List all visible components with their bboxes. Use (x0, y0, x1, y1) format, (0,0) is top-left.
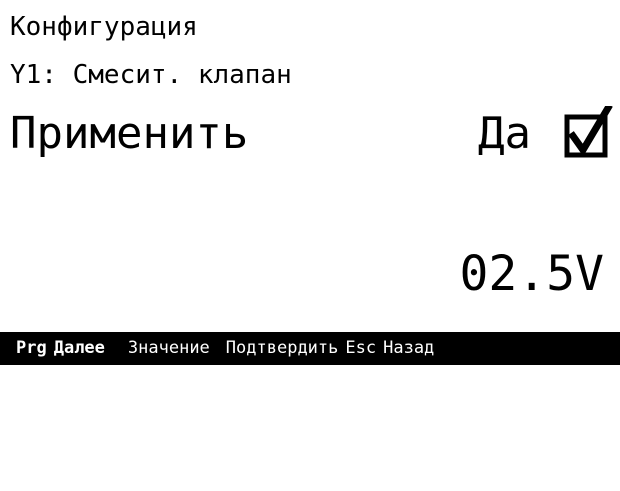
apply-value[interactable]: Да (478, 110, 531, 158)
checkmark-icon (564, 103, 613, 158)
back-label: Назад (383, 338, 435, 358)
esc-key-label: Esc (345, 338, 377, 358)
confirm-label: Подтвердить (225, 338, 339, 358)
apply-checkbox[interactable] (564, 103, 620, 162)
enter-return-icon (210, 339, 226, 424)
voltage-value[interactable]: 02.5V (460, 248, 605, 300)
up-down-arrows-icon (112, 339, 128, 424)
prg-key-label: Prg (16, 338, 47, 358)
footer-bar: Prg Далее Значение Подтвердить Esc Назад (0, 332, 620, 424)
screen-title: Конфигурация (10, 12, 198, 42)
next-label: Далее (53, 338, 105, 358)
value-label: Значение (127, 338, 210, 358)
apply-label: Применить (10, 108, 249, 159)
screen-subtitle: Y1: Смесит. клапан (10, 60, 292, 90)
